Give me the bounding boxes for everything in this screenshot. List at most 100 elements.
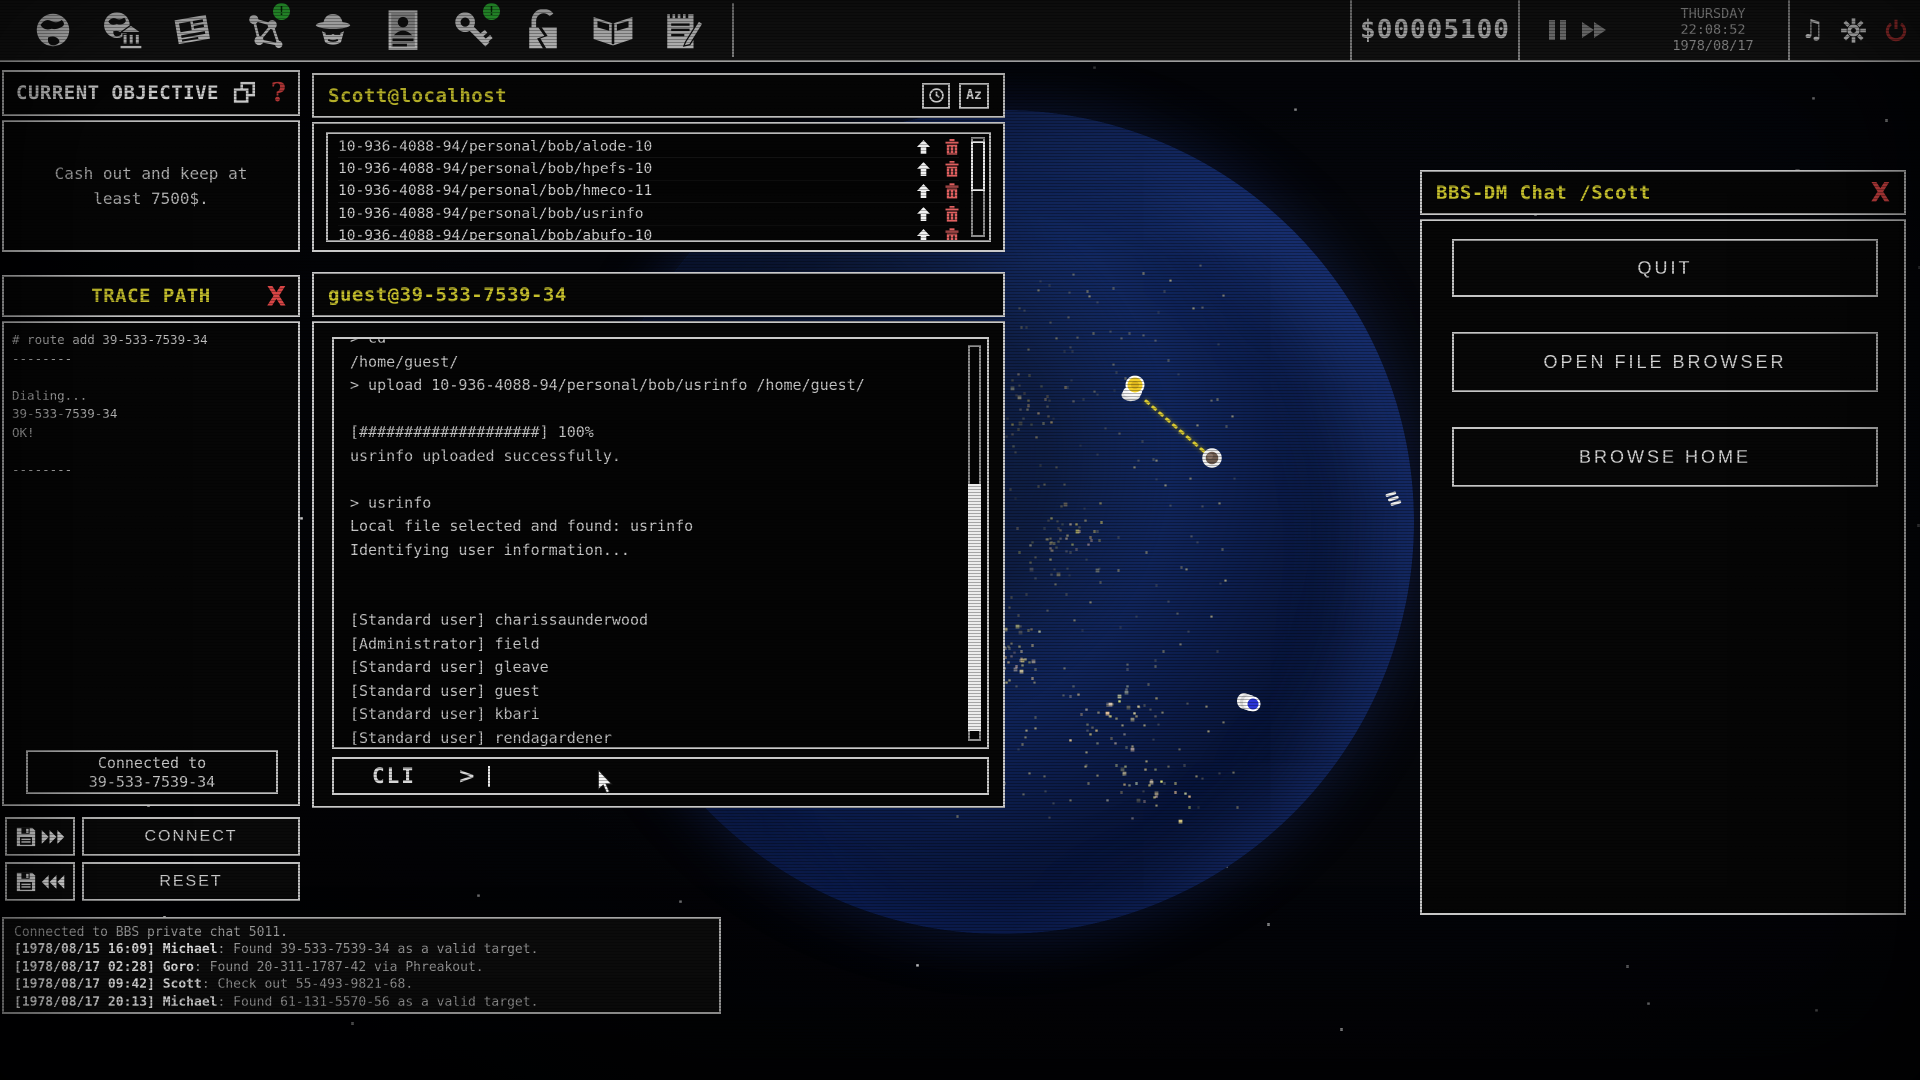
term-line: Identifying user information... bbox=[350, 539, 973, 563]
toolbar-divider bbox=[732, 3, 734, 57]
terminal-output[interactable]: > cd/home/guest/> upload 10-936-4088-94/… bbox=[332, 337, 989, 749]
power-icon[interactable] bbox=[1883, 17, 1909, 43]
keys-notification-badge: ! bbox=[483, 3, 500, 20]
sort-by-time-icon[interactable] bbox=[922, 83, 950, 109]
popout-window-icon[interactable] bbox=[233, 81, 257, 105]
pause-icon[interactable] bbox=[1549, 20, 1566, 40]
trace-path-header: TRACE PATH X bbox=[2, 275, 300, 317]
term-line bbox=[350, 398, 973, 422]
rewind-chevrons-icon bbox=[40, 873, 66, 891]
cli-input-bar[interactable]: CLI > bbox=[332, 757, 989, 795]
files-scrollbar-thumb[interactable] bbox=[971, 141, 985, 191]
objective-help-icon[interactable]: ? bbox=[271, 78, 286, 108]
connect-button[interactable]: CONNECT bbox=[82, 817, 300, 856]
floppy-disk-icon bbox=[15, 871, 37, 893]
upload-file-icon[interactable] bbox=[916, 228, 931, 242]
bbs-close-icon[interactable]: X bbox=[1871, 179, 1890, 205]
delete-file-icon[interactable] bbox=[945, 228, 959, 242]
settings-gear-icon[interactable] bbox=[1840, 17, 1867, 44]
terminal-scrollbar-thumb[interactable] bbox=[968, 484, 981, 731]
music-icon[interactable]: ♫ bbox=[1801, 17, 1824, 43]
connected-label: Connected to bbox=[28, 754, 276, 773]
browse-home-button[interactable]: BROWSE HOME bbox=[1452, 427, 1878, 487]
term-line bbox=[350, 562, 973, 586]
delete-file-icon[interactable] bbox=[945, 183, 959, 199]
news-icon[interactable] bbox=[170, 7, 216, 53]
upload-file-icon[interactable] bbox=[916, 161, 931, 177]
cli-label: CLI bbox=[372, 764, 416, 788]
bbs-chat-title: BBS-DM Chat /Scott bbox=[1436, 182, 1651, 204]
files-header: Scott@localhost Az bbox=[312, 73, 1005, 118]
term-line bbox=[350, 468, 973, 492]
file-row[interactable]: 10-936-4088-94/personal/bob/usrinfo bbox=[338, 203, 959, 225]
clock-date: 1978/08/17 bbox=[1672, 38, 1753, 54]
terminal-scrollbar[interactable] bbox=[968, 345, 981, 741]
system-controls: ♫ bbox=[1788, 0, 1920, 60]
trace-line: -------- bbox=[12, 461, 290, 480]
file-path: 10-936-4088-94/personal/bob/usrinfo bbox=[338, 206, 902, 222]
bbs-chat-log[interactable]: Connected to BBS private chat 5011.[1978… bbox=[2, 917, 721, 1014]
upload-file-icon[interactable] bbox=[916, 206, 931, 222]
time-controls bbox=[1520, 0, 1638, 60]
map-node-money[interactable] bbox=[1118, 374, 1150, 408]
upload-file-icon[interactable] bbox=[916, 139, 931, 155]
load-route-icon[interactable] bbox=[5, 862, 75, 901]
term-line: [Standard user] gleave bbox=[350, 656, 973, 680]
chat-log-line: [1978/08/15 16:09] Michael: Found 39-533… bbox=[14, 941, 709, 958]
quit-button[interactable]: QUIT bbox=[1452, 239, 1878, 297]
delete-file-icon[interactable] bbox=[945, 206, 959, 222]
delete-file-icon[interactable] bbox=[945, 161, 959, 177]
map-node-relay[interactable] bbox=[1385, 491, 1403, 511]
term-line: > upload 10-936-4088-94/personal/bob/usr… bbox=[350, 374, 973, 398]
clock-day: THURSDAY bbox=[1680, 6, 1745, 22]
file-row[interactable]: 10-936-4088-94/personal/bob/alode-10 bbox=[338, 136, 959, 158]
keys-icon[interactable]: ! bbox=[450, 7, 496, 53]
chat-log-line: Connected to BBS private chat 5011. bbox=[14, 924, 709, 941]
term-line: Local file selected and found: usrinfo bbox=[350, 515, 973, 539]
term-line: [Standard user] charissaunderwood bbox=[350, 609, 973, 633]
files-scrollbar[interactable] bbox=[971, 137, 985, 237]
sort-alphabetical-icon[interactable]: Az bbox=[959, 83, 989, 109]
file-row[interactable]: 10-936-4088-94/personal/bob/hpefs-10 bbox=[338, 158, 959, 180]
network-notification-badge: ! bbox=[273, 3, 290, 20]
trace-line: OK! bbox=[12, 424, 290, 443]
delete-file-icon[interactable] bbox=[945, 139, 959, 155]
upload-file-icon[interactable] bbox=[916, 183, 931, 199]
fast-forward-icon[interactable] bbox=[1580, 20, 1610, 40]
term-line: usrinfo uploaded successfully. bbox=[350, 445, 973, 469]
cracking-icon[interactable] bbox=[520, 7, 566, 53]
open-file-browser-button[interactable]: OPEN FILE BROWSER bbox=[1452, 332, 1878, 392]
files-title: Scott@localhost bbox=[328, 85, 507, 107]
trace-line: 39-533-7539-34 bbox=[12, 405, 290, 424]
stealth-icon[interactable] bbox=[310, 7, 356, 53]
bbs-chat-panel: QUIT OPEN FILE BROWSER BROWSE HOME bbox=[1420, 219, 1906, 915]
terminal-title: guest@39-533-7539-34 bbox=[328, 284, 567, 306]
bank-icon[interactable] bbox=[100, 7, 146, 53]
objective-header: CURRENT OBJECTIVE ? bbox=[2, 70, 300, 116]
objective-text: Cash out and keep at least 7500$. bbox=[26, 161, 276, 211]
terminal-header: guest@39-533-7539-34 bbox=[312, 272, 1005, 317]
network-icon[interactable]: ! bbox=[240, 7, 286, 53]
trace-close-icon[interactable]: X bbox=[267, 283, 286, 309]
file-path: 10-936-4088-94/personal/bob/hmeco-11 bbox=[338, 183, 902, 199]
learning-icon[interactable] bbox=[590, 7, 636, 53]
chat-log-line: [1978/08/17 09:42] Scott: Check out 55-4… bbox=[14, 976, 709, 993]
forward-chevrons-icon bbox=[40, 828, 66, 846]
file-row[interactable]: 10-936-4088-94/personal/bob/abufo-10 bbox=[338, 226, 959, 242]
world-map-icon[interactable] bbox=[30, 7, 76, 53]
trace-line: Dialing... bbox=[12, 387, 290, 406]
chat-log-line: [1978/08/17 02:28] Goro: Found 20-311-17… bbox=[14, 959, 709, 976]
notes-icon[interactable] bbox=[660, 7, 706, 53]
chat-log-line: [1978/08/17 20:13] Michael: Found 61-131… bbox=[14, 994, 709, 1011]
file-path: 10-936-4088-94/personal/bob/alode-10 bbox=[338, 139, 902, 155]
file-path: 10-936-4088-94/personal/bob/abufo-10 bbox=[338, 228, 902, 242]
floppy-disk-icon bbox=[15, 826, 37, 848]
save-route-icon[interactable] bbox=[5, 817, 75, 856]
term-line: [Standard user] guest bbox=[350, 680, 973, 704]
top-bar-right: $00005100 THURSDAY 22:08:52 1978/08/17 ♫ bbox=[1350, 0, 1920, 60]
map-node-target[interactable] bbox=[1200, 446, 1224, 474]
reset-button[interactable]: RESET bbox=[82, 862, 300, 901]
map-node-data[interactable] bbox=[1234, 690, 1264, 720]
contracts-icon[interactable] bbox=[380, 7, 426, 53]
file-row[interactable]: 10-936-4088-94/personal/bob/hmeco-11 bbox=[338, 181, 959, 203]
